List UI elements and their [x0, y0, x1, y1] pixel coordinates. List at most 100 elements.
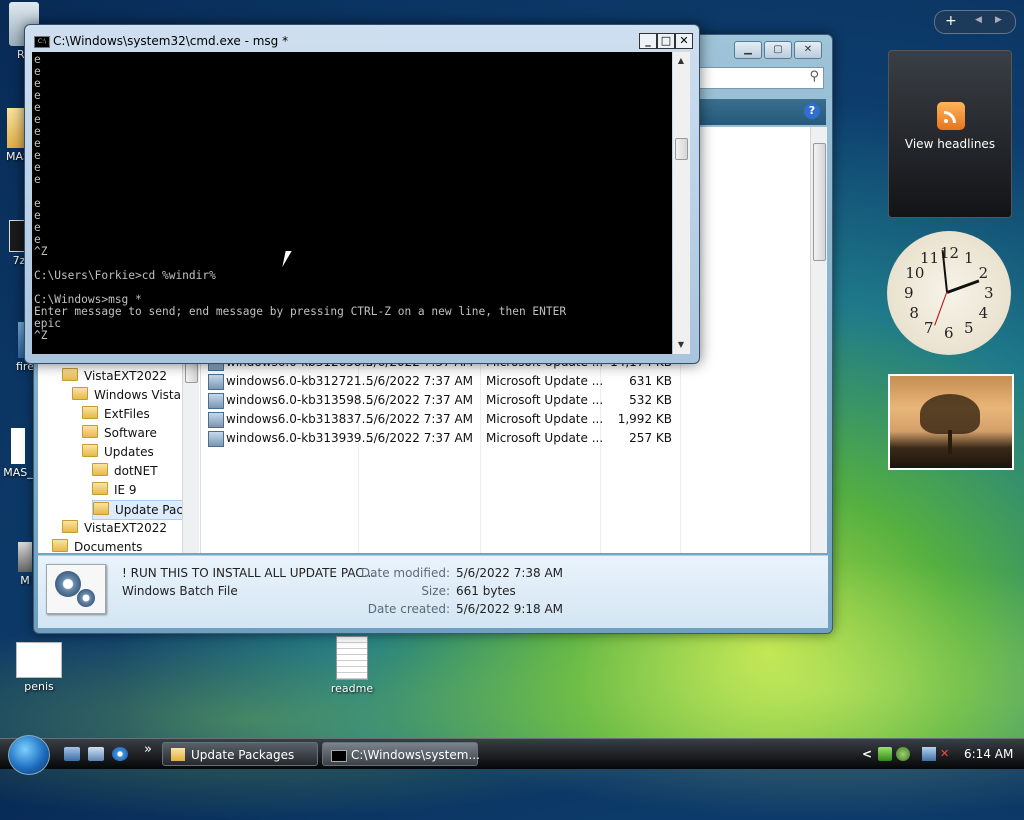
desktop-icon-label: MAS_	[3, 466, 33, 479]
details-size-value: 661 bytes	[456, 584, 516, 598]
tree-trunk	[948, 430, 952, 454]
maximize-button[interactable]: □	[657, 33, 675, 49]
folder-icon	[171, 748, 185, 761]
maximize-button[interactable]: ▢	[764, 41, 792, 59]
show-desktop-icon[interactable]	[64, 747, 80, 761]
desktop-icon-penis[interactable]: penis	[10, 642, 68, 693]
nav-item-extfiles[interactable]: ExtFiles	[82, 405, 150, 423]
nav-item-updates[interactable]: Updates	[82, 443, 154, 461]
desktop-icon-readme[interactable]: readme	[326, 636, 378, 695]
tree-silhouette	[920, 394, 980, 434]
nav-item-update-pack[interactable]: Update Pack	[92, 500, 190, 520]
file-type: Microsoft Update ...	[486, 393, 604, 407]
console-output-area[interactable]: e e e e e e e e e e e e e e e ^Z C:\User…	[32, 52, 672, 354]
app-icon	[18, 542, 32, 572]
clock-numeral: 6	[944, 324, 954, 342]
feed-headlines-gadget[interactable]: View headlines	[888, 50, 1012, 218]
file-list-scrollbar[interactable]	[810, 127, 827, 553]
prev-gadget-button[interactable]: ◀	[975, 15, 982, 25]
volume-muted-icon[interactable]: ✕	[940, 747, 954, 761]
desktop-icon-file[interactable]: MAS_	[0, 428, 36, 479]
file-size: 1,992 KB	[617, 412, 672, 426]
folder-icon	[72, 387, 88, 400]
file-row[interactable]: windows6.0-kb313598... 5/6/2022 7:37 AM Mi…	[204, 391, 764, 410]
taskbar-button-update-packages[interactable]: Update Packages	[162, 742, 318, 766]
window-title: C:\Windows\system32\cmd.exe - msg *	[53, 34, 289, 48]
scroll-down-arrow-icon[interactable]: ▼	[674, 338, 688, 352]
slideshow-gadget[interactable]	[888, 374, 1014, 470]
scrollbar-thumb[interactable]	[185, 363, 198, 383]
nav-item-label: VistaEXT2022	[84, 521, 168, 535]
console-icon: C:\	[34, 36, 50, 48]
file-date: 5/6/2022 7:37 AM	[366, 431, 474, 445]
gear-icon	[46, 564, 106, 614]
help-button[interactable]: ?	[804, 103, 820, 119]
search-input[interactable]: ⚲	[698, 67, 824, 89]
nav-item-vistaext2022[interactable]: VistaEXT2022	[62, 367, 167, 385]
clock-numeral: 1	[964, 249, 974, 268]
add-gadget-button[interactable]: +	[945, 13, 957, 29]
file-row[interactable]: windows6.0-kb313939... 5/6/2022 7:37 AM Mi…	[204, 429, 764, 448]
quicklaunch-more-button[interactable]: »	[144, 742, 152, 757]
taskbar-button-label: C:\Windows\system...	[351, 748, 480, 762]
folder-icon	[93, 502, 109, 515]
console-output: e e e e e e e e e e e e e e e ^Z C:\User…	[34, 53, 567, 342]
file-row[interactable]: windows6.0-kb313837... 5/6/2022 7:37 AM Mi…	[204, 410, 764, 429]
nav-item-label: Documents	[74, 540, 143, 554]
details-filetype: Windows Batch File	[122, 584, 238, 598]
minimize-button[interactable]: _	[639, 33, 657, 49]
details-pane: ! RUN THIS TO INSTALL ALL UPDATE PAC... …	[38, 555, 828, 628]
file-name: windows6.0-kb313837...	[226, 412, 374, 426]
clock-numeral: 3	[984, 284, 994, 302]
file-row[interactable]: windows6.0-kb312721... 5/6/2022 7:37 AM Mi…	[204, 372, 764, 391]
details-modified-value: 5/6/2022 7:38 AM	[456, 566, 564, 580]
scrollbar-thumb[interactable]	[813, 143, 826, 261]
nav-item-software[interactable]: Software	[82, 424, 157, 442]
file-size: 532 KB	[629, 393, 672, 407]
file-date: 5/6/2022 7:37 AM	[366, 374, 474, 388]
command-bar: ?	[698, 99, 826, 125]
file-date: 5/6/2022 7:37 AM	[366, 393, 474, 407]
switch-windows-icon[interactable]	[88, 747, 104, 761]
nav-item-vistaext2022-2[interactable]: VistaEXT2022	[62, 519, 167, 537]
network-icon[interactable]	[922, 747, 936, 761]
nav-item-label: Update Pack	[115, 503, 190, 517]
console-icon	[331, 750, 347, 762]
file-icon	[208, 431, 224, 447]
folder-icon	[62, 368, 78, 381]
nav-scrollbar[interactable]	[182, 353, 199, 553]
cmd-window[interactable]: C:\ C:\Windows\system32\cmd.exe - msg * …	[24, 24, 700, 364]
close-button[interactable]: ✕	[675, 33, 693, 49]
nav-item-documents[interactable]: Documents	[52, 538, 142, 556]
nav-item-label: ExtFiles	[104, 407, 150, 421]
clock-second-hand	[934, 291, 948, 326]
taskbar: » Update Packages C:\Windows\system... <…	[0, 735, 1024, 775]
close-button[interactable]: ✕	[794, 41, 822, 59]
clock-gadget[interactable]: 12 1 2 3 4 5 6 7 8 9 10 11	[887, 231, 1011, 355]
console-scrollbar[interactable]: ▲ ▼	[673, 52, 690, 354]
clock-time[interactable]: 6:14 AM	[964, 739, 1013, 769]
scroll-up-arrow-icon[interactable]: ▲	[674, 54, 688, 68]
users-icon[interactable]	[896, 747, 910, 761]
clock-numeral: 2	[978, 264, 989, 282]
security-icon[interactable]	[878, 747, 892, 761]
file-icon	[208, 374, 224, 390]
nav-item-label: Updates	[104, 445, 154, 459]
file-icon	[208, 412, 224, 428]
start-button[interactable]	[8, 735, 50, 775]
file-size: 257 KB	[629, 431, 672, 445]
minimize-button[interactable]: ▁	[734, 41, 762, 59]
clock-numeral: 11	[920, 249, 940, 268]
desktop-icon-label: M	[20, 574, 30, 587]
nav-item-windows-vista[interactable]: Windows Vista E:	[72, 386, 196, 404]
nav-item-dotnet[interactable]: dotNET	[92, 462, 158, 480]
scrollbar-thumb[interactable]	[675, 138, 688, 160]
nav-item-ie9[interactable]: IE 9	[92, 481, 137, 499]
internet-explorer-icon[interactable]	[112, 747, 128, 761]
taskbar-button-label: Update Packages	[191, 748, 295, 762]
file-name: windows6.0-kb313939...	[226, 431, 374, 445]
next-gadget-button[interactable]: ▶	[995, 15, 1002, 25]
tray-chevron-button[interactable]: <	[862, 739, 872, 769]
taskbar-button-cmd[interactable]: C:\Windows\system...	[322, 742, 480, 766]
view-headlines-label[interactable]: View headlines	[889, 137, 1011, 151]
